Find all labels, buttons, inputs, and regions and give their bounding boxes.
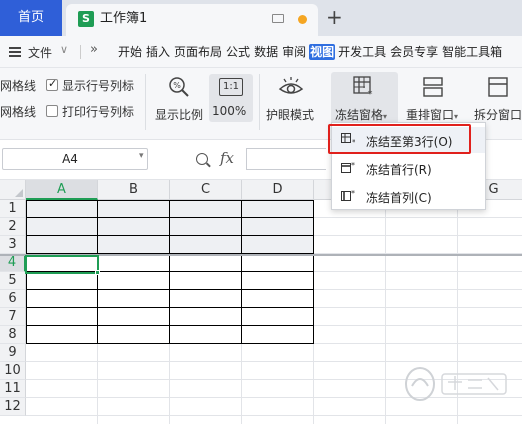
eye-icon — [278, 77, 304, 94]
select-all-corner[interactable] — [0, 180, 26, 200]
chevron-down-icon[interactable]: ▾ — [139, 151, 144, 161]
freeze-menu-label: 冻结首行(R) — [366, 163, 432, 177]
table-border-column — [169, 200, 170, 344]
freeze-panes-label: 冻结窗格 — [335, 108, 384, 122]
row-header[interactable]: 11 — [0, 380, 26, 398]
table-border-row — [26, 200, 314, 201]
file-menu[interactable]: 文件 — [28, 44, 52, 61]
document-tab[interactable]: S 工作簿1 — [66, 4, 318, 36]
active-cell[interactable] — [25, 255, 99, 274]
table-border-column — [241, 200, 242, 344]
menu-items: 开始 插入 页面布局 公式 数据 审阅 视图 开发工具 会员专享 智能工具箱 — [117, 44, 505, 60]
zoom-percent-icon: % — [169, 77, 189, 97]
zoom-lens-icon[interactable] — [196, 153, 208, 165]
column-header[interactable]: B — [98, 180, 170, 200]
row-header[interactable]: 3 — [0, 236, 26, 254]
hamburger-icon[interactable] — [9, 47, 21, 57]
svg-text:%: % — [173, 81, 181, 90]
row-header[interactable]: 5 — [0, 272, 26, 290]
row-header[interactable]: 12 — [0, 398, 26, 416]
zoom-100-icon: 1:1 — [219, 78, 243, 96]
ribbon-divider — [145, 74, 146, 130]
table-border-column — [313, 200, 314, 344]
menu-item-6[interactable]: 视图 — [309, 44, 336, 60]
row-header[interactable]: 10 — [0, 362, 26, 380]
column-header[interactable]: D — [242, 180, 314, 200]
fx-icon[interactable]: fx — [220, 149, 234, 167]
show-headers-label[interactable]: 显示行号列标 — [62, 78, 134, 94]
formula-input[interactable] — [246, 148, 326, 170]
freeze-first-column-icon: * — [341, 189, 355, 202]
column-gridline — [385, 200, 386, 424]
row-header[interactable]: 1 — [0, 200, 26, 218]
print-gridlines-label: 网格线 — [0, 105, 37, 119]
svg-text:*: * — [368, 89, 373, 98]
menu-item-8[interactable]: 会员专享 — [389, 44, 439, 60]
freeze-chevron-icon: ▾ — [383, 112, 388, 121]
menu-item-7[interactable]: 开发工具 — [337, 44, 387, 60]
freeze-first-row-icon: * — [341, 161, 355, 174]
menu-item-5[interactable]: 审阅 — [281, 44, 307, 60]
column-header[interactable]: A — [26, 180, 98, 200]
rearrange-chevron-icon: ▾ — [454, 112, 459, 121]
gridlines-label: 网格线 — [0, 79, 37, 93]
row-header[interactable]: 8 — [0, 326, 26, 344]
fill-handle[interactable] — [95, 270, 100, 275]
highlight-annotation — [328, 124, 471, 154]
rearrange-windows-label: 重排窗口 — [406, 108, 455, 122]
title-bar: 首页 S 工作簿1 + — [0, 0, 522, 36]
ribbon-divider — [259, 74, 260, 130]
table-border-row — [26, 307, 314, 308]
table-border-row — [26, 235, 314, 236]
row-header[interactable]: 7 — [0, 308, 26, 326]
zoom-ratio-label: 显示比例 — [155, 108, 204, 122]
freeze-menu-label: 冻结首列(C) — [366, 191, 432, 205]
zoom-100-label: 100% — [212, 104, 247, 118]
menu-item-3[interactable]: 公式 — [225, 44, 251, 60]
rearrange-windows-icon — [423, 77, 443, 97]
document-title: 工作簿1 — [100, 11, 148, 26]
watermark-logo-icon — [405, 367, 507, 401]
row-header[interactable]: 4 — [0, 254, 26, 272]
table-border-row — [26, 325, 314, 326]
print-headers-checkbox[interactable] — [46, 105, 58, 117]
menu-item-1[interactable]: 插入 — [145, 44, 171, 60]
table-border-row — [26, 343, 314, 344]
plus-icon[interactable]: + — [326, 6, 343, 28]
menu-item-2[interactable]: 页面布局 — [173, 44, 223, 60]
row-header[interactable]: 6 — [0, 290, 26, 308]
freeze-menu-item-2[interactable]: * 冻结首列(C) — [332, 183, 485, 209]
menu-item-9[interactable]: 智能工具箱 — [441, 44, 503, 60]
menu-item-4[interactable]: 数据 — [253, 44, 279, 60]
show-headers-checkbox[interactable] — [46, 77, 58, 91]
row-header[interactable]: 9 — [0, 344, 26, 362]
row-gridline — [26, 415, 522, 416]
zoom-100-button[interactable]: 1:1 100% — [209, 74, 253, 122]
home-tab[interactable]: 首页 — [0, 0, 62, 36]
print-headers-label[interactable]: 打印行号列标 — [62, 104, 134, 120]
table-border-row — [26, 217, 314, 218]
menu-divider — [80, 45, 81, 59]
split-window-label: 拆分窗口 — [474, 108, 522, 122]
svg-text:*: * — [351, 189, 355, 198]
name-box[interactable]: A4 ▾ — [2, 148, 148, 170]
more-menus-button[interactable]: » — [90, 42, 98, 57]
freeze-panes-button[interactable]: * 冻结窗格▾ — [331, 72, 398, 124]
spreadsheet-icon: S — [78, 11, 94, 27]
eye-protect-label: 护眼模式 — [266, 108, 315, 122]
column-header[interactable]: C — [170, 180, 242, 200]
svg-text:*: * — [351, 161, 355, 170]
menu-item-0[interactable]: 开始 — [117, 44, 143, 60]
split-window-icon — [488, 77, 508, 97]
cell-reference: A4 — [62, 152, 78, 166]
row-header[interactable]: 2 — [0, 218, 26, 236]
monitor-icon[interactable] — [272, 14, 284, 23]
chevron-down-icon[interactable]: ∨ — [60, 43, 68, 56]
table-border-row — [26, 289, 314, 290]
freeze-panes-icon: * — [353, 76, 373, 98]
unsaved-dot-icon — [298, 15, 307, 24]
freeze-menu-item-1[interactable]: * 冻结首行(R) — [332, 155, 485, 181]
menu-bar: 文件 ∨ » 开始 插入 页面布局 公式 数据 审阅 视图 开发工具 会员专享 智能工具箱 — [0, 36, 522, 68]
